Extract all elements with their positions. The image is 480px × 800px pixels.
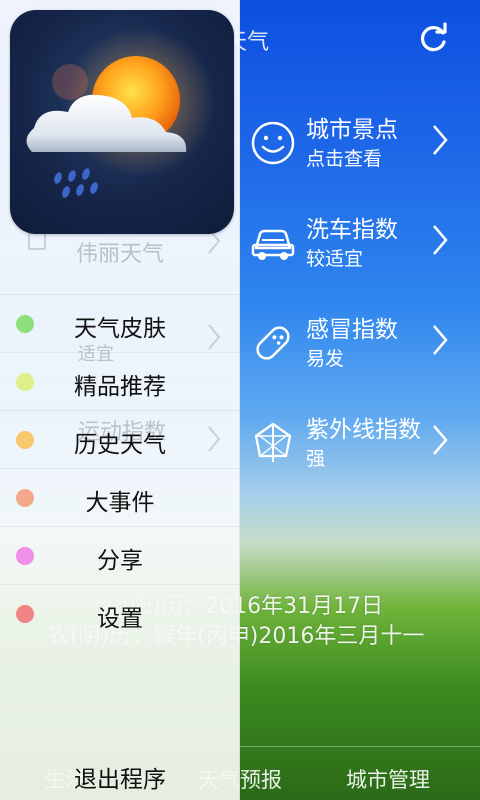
ghost-checkbox bbox=[28, 232, 46, 250]
menu-item-label: 大事件 bbox=[85, 490, 155, 516]
chevron-right-icon bbox=[433, 125, 448, 155]
menu-item-history[interactable]: 历史天气 bbox=[0, 410, 240, 468]
menu-item-events[interactable]: 大事件 bbox=[0, 468, 240, 526]
index-value: 较适宜 bbox=[306, 248, 364, 270]
menu-item-label: 分享 bbox=[97, 548, 143, 574]
sun-cloud-rain-icon bbox=[26, 27, 215, 198]
index-title: 城市景点 bbox=[306, 117, 398, 143]
smiley-icon bbox=[251, 121, 295, 165]
menu-item-recommend[interactable]: 精品推荐 bbox=[0, 352, 240, 410]
menu-item-settings[interactable]: 设置 bbox=[0, 584, 240, 642]
tab-city-manage[interactable]: 城市管理 bbox=[346, 764, 430, 794]
menu-item-label: 设置 bbox=[97, 606, 143, 632]
exit-button[interactable]: 退出程序 bbox=[0, 760, 240, 794]
chevron-right-icon bbox=[433, 425, 448, 455]
index-title: 洗车指数 bbox=[306, 217, 398, 243]
menu-item-share[interactable]: 分享 bbox=[0, 526, 240, 584]
car-icon bbox=[251, 229, 295, 260]
index-row-carwash[interactable]: 洗车指数 较适宜 bbox=[248, 204, 480, 284]
index-value: 强 bbox=[306, 448, 326, 470]
index-value: 易发 bbox=[306, 348, 345, 370]
index-value: 点击查看 bbox=[306, 148, 383, 170]
index-row-flu[interactable]: 感冒指数 易发 bbox=[248, 304, 480, 384]
index-title: 感冒指数 bbox=[306, 317, 398, 343]
pill-icon bbox=[256, 326, 290, 360]
chevron-right-icon bbox=[433, 325, 448, 355]
menu-item-label: 历史天气 bbox=[74, 432, 166, 458]
menu-item-label: 天气皮肤 bbox=[74, 316, 166, 342]
index-row-uv[interactable]: 紫外线指数 强 bbox=[248, 404, 480, 484]
index-title: 紫外线指数 bbox=[306, 417, 421, 443]
drawer-menu: 天气皮肤 精品推荐 历史天气 大事件 分享 设置 bbox=[0, 294, 240, 642]
menu-item-label: 精品推荐 bbox=[74, 374, 166, 400]
menu-item-skin[interactable]: 天气皮肤 bbox=[0, 294, 240, 352]
refresh-icon[interactable] bbox=[416, 22, 450, 56]
side-drawer: 伟丽天气 适宜 运动指数 天气皮肤 精品推荐 历史天气 大事件 分享 设置 退出… bbox=[0, 0, 240, 800]
ghost-city-title: 伟丽天气 bbox=[76, 242, 165, 267]
app-logo bbox=[10, 10, 234, 234]
index-row-scenic[interactable]: 城市景点 点击查看 bbox=[248, 104, 480, 184]
umbrella-icon bbox=[254, 422, 292, 462]
chevron-right-icon bbox=[433, 225, 448, 255]
